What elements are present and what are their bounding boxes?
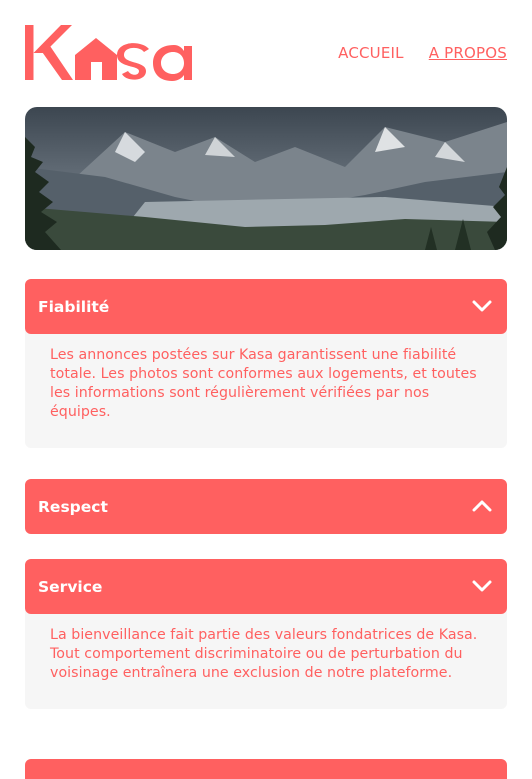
nav-link-accueil[interactable]: ACCUEIL [338, 44, 404, 62]
accordion-title: Service [38, 577, 103, 596]
mountain-landscape-image [25, 107, 507, 250]
accordion-header-next[interactable] [25, 759, 507, 779]
accordion-title: Fiabilité [38, 297, 110, 316]
main-nav: ACCUEIL A PROPOS [338, 44, 507, 62]
accordion-text: La bienveillance fait partie des valeurs… [50, 627, 478, 681]
accordion-content-service: La bienveillance fait partie des valeurs… [25, 610, 507, 709]
accordion-header-fiabilite[interactable]: Fiabilité [25, 279, 507, 334]
accordion-service: Service La bienveillance fait partie des… [25, 559, 507, 709]
chevron-up-icon[interactable] [471, 495, 493, 517]
chevron-down-icon[interactable] [471, 575, 493, 597]
accordion-title: Respect [38, 497, 108, 516]
nav-link-a-propos[interactable]: A PROPOS [429, 44, 507, 62]
accordion-header-respect[interactable]: Respect [25, 479, 507, 534]
site-header: ACCUEIL A PROPOS [0, 0, 532, 107]
accordion-fiabilite: Fiabilité Les annonces postées sur Kasa … [25, 279, 507, 448]
kasa-logo[interactable] [24, 22, 208, 84]
about-banner [25, 107, 507, 250]
accordion-content-fiabilite: Les annonces postées sur Kasa garantisse… [25, 330, 507, 448]
accordion-text: Les annonces postées sur Kasa garantisse… [50, 347, 477, 420]
accordion-header-service[interactable]: Service [25, 559, 507, 614]
accordion-respect: Respect [25, 479, 507, 534]
chevron-down-icon[interactable] [471, 295, 493, 317]
